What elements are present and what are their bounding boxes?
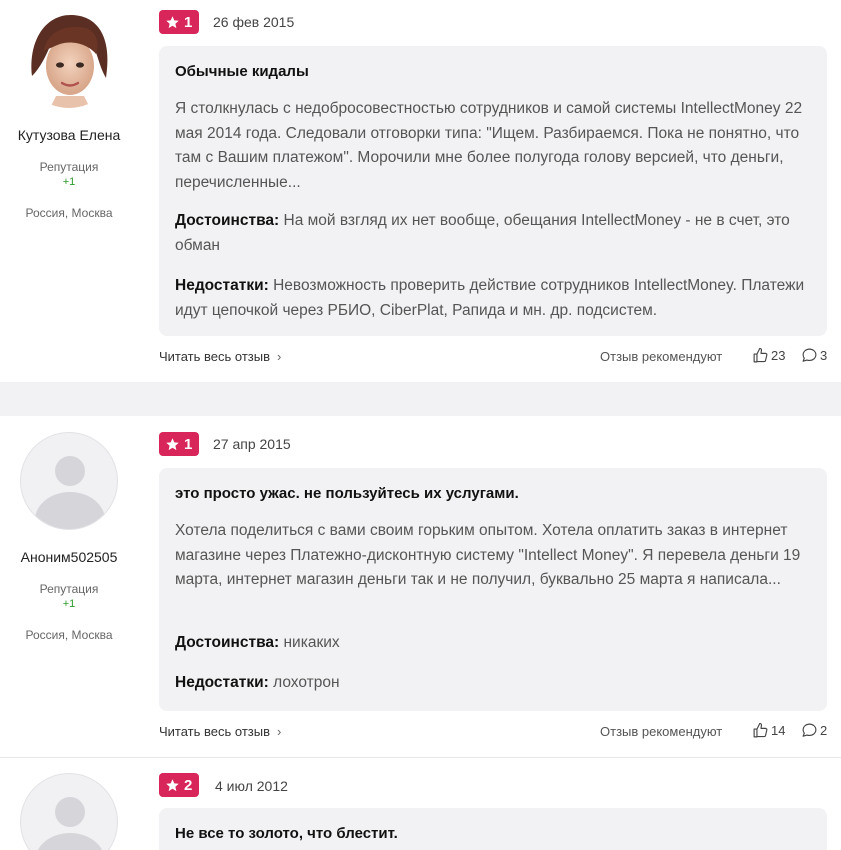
rating-value: 2 [184,776,193,794]
star-icon [166,15,179,28]
likes-button[interactable]: 14 [752,722,785,739]
likes-count: 23 [771,348,786,363]
review-3: 2 4 июл 2012 Не все то золото, что блест… [0,758,841,850]
review-pros: Достоинства: никаких [175,631,815,656]
review-cons: Недостатки: лохотрон [175,671,815,696]
author-name[interactable]: Аноним502505 [0,549,138,565]
cons-label: Недостатки: [175,674,269,691]
reputation-value: +1 [62,598,76,610]
comment-icon [802,348,817,362]
comments-count: 2 [820,723,828,738]
author-name[interactable]: Кутузова Елена [0,127,138,143]
chevron-right-icon: › [277,724,282,739]
reputation-value: +1 [62,176,76,188]
review-card: Обычные кидалы Я столкнулась с недобросо… [159,46,827,336]
pros-label: Достоинства: [175,212,280,229]
review-title[interactable]: Обычные кидалы [175,63,309,80]
review-cons: Недостатки: Невозможность проверить дейс… [175,274,815,323]
read-more-label: Читать весь отзыв [159,724,271,739]
review-date: 27 апр 2015 [213,436,291,452]
read-more-link[interactable]: Читать весь отзыв › [159,724,281,739]
pros-label: Достоинства: [175,634,280,651]
user-photo [20,10,118,108]
cons-label: Недостатки: [175,277,269,294]
comments-button[interactable]: 2 [801,722,827,739]
cons-text: лохотрон [273,674,340,691]
reputation-label: Репутация [39,160,99,174]
review-text: Я столкнулась с недобросовестностью сотр… [175,100,803,191]
review-separator [0,382,841,416]
review-title[interactable]: это просто ужас. не пользуйтесь их услуг… [175,485,519,502]
rating-badge: 1 [159,10,200,34]
thumbs-up-icon [753,347,768,363]
recommend-label: Отзыв рекомендуют [600,349,723,364]
likes-count: 14 [771,723,786,738]
avatar[interactable] [20,432,118,530]
comment-icon [802,723,817,737]
author-location: Россия, Москва [25,628,113,642]
avatar[interactable] [20,10,118,108]
comments-count: 3 [820,348,828,363]
read-more-link[interactable]: Читать весь отзыв › [159,349,281,364]
rating-badge: 1 [159,432,200,456]
read-more-label: Читать весь отзыв [159,349,271,364]
review-1: Кутузова Елена Репутация +1 Россия, Моск… [0,0,841,382]
rating-badge: 2 [159,773,200,797]
reputation-label: Репутация [39,582,99,596]
likes-button[interactable]: 23 [752,347,785,364]
rating-value: 1 [184,435,193,453]
thumbs-up-icon [753,722,768,738]
review-card: Не все то золото, что блестит. [159,808,827,850]
review-date: 4 июл 2012 [215,778,288,794]
pros-text: никаких [283,634,340,651]
star-icon [166,437,179,450]
review-text: Хотела поделиться с вами своим горьким о… [175,522,801,588]
default-avatar-icon [55,456,85,486]
comments-button[interactable]: 3 [801,347,827,364]
review-title[interactable]: Не все то золото, что блестит. [175,825,398,842]
recommend-label: Отзыв рекомендуют [600,724,723,739]
rating-value: 1 [184,13,193,31]
avatar[interactable] [20,773,118,850]
author-location: Россия, Москва [25,206,113,220]
review-card: это просто ужас. не пользуйтесь их услуг… [159,468,827,711]
star-icon [166,778,179,791]
chevron-right-icon: › [277,349,282,364]
review-2: Аноним502505 Репутация +1 Россия, Москва… [0,416,841,757]
cons-text: Невозможность проверить действие сотрудн… [175,277,805,319]
review-pros: Достоинства: На мой взгляд их нет вообще… [175,209,815,258]
review-date: 26 фев 2015 [213,14,295,30]
default-avatar-icon [55,797,85,827]
